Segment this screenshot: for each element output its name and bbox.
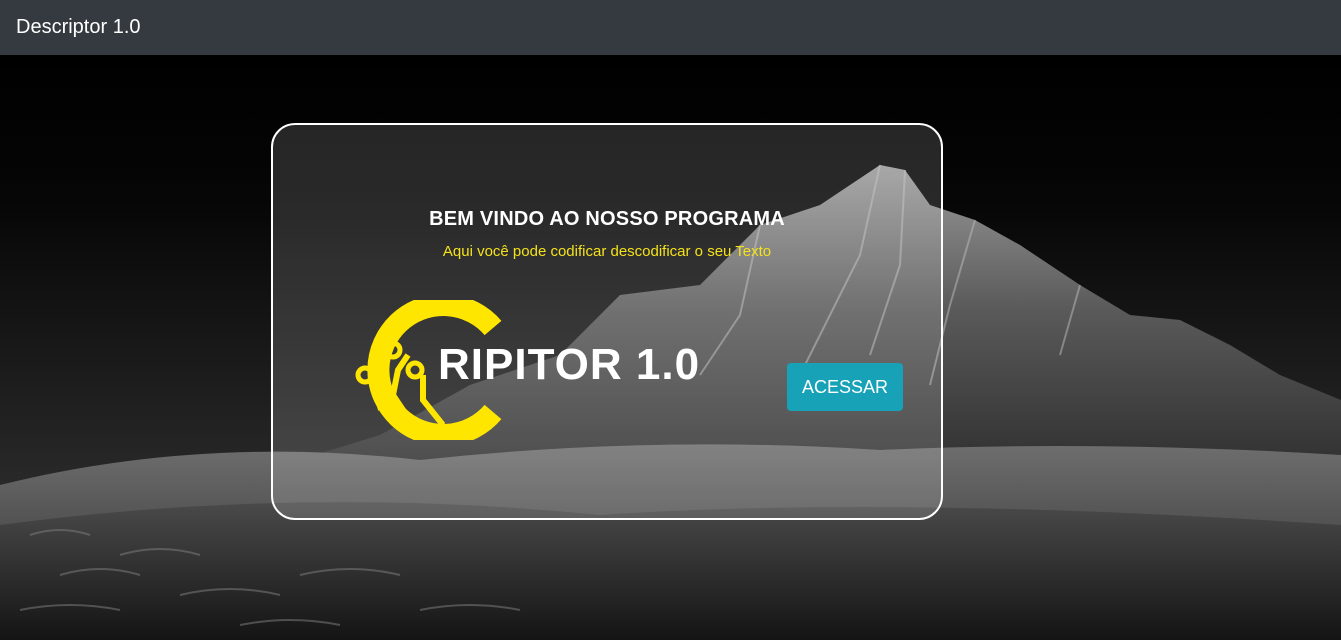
brand-link[interactable]: Descriptor 1.0 (16, 16, 141, 39)
welcome-subtitle: Aqui você pode codificar descodificar o … (442, 243, 772, 260)
welcome-heading: BEM VINDO AO NOSSO PROGRAMA (429, 208, 785, 230)
background-stage: BEM VINDO AO NOSSO PROGRAMA Aqui você po… (0, 55, 1341, 640)
access-button[interactable]: ACESSAR (787, 363, 903, 411)
top-navbar: Descriptor 1.0 (0, 0, 1341, 55)
ripitor-logo: RIPITOR 1.0 (353, 300, 723, 440)
logo-text: RIPITOR 1.0 (438, 340, 701, 389)
welcome-card: BEM VINDO AO NOSSO PROGRAMA Aqui você po… (271, 123, 943, 520)
